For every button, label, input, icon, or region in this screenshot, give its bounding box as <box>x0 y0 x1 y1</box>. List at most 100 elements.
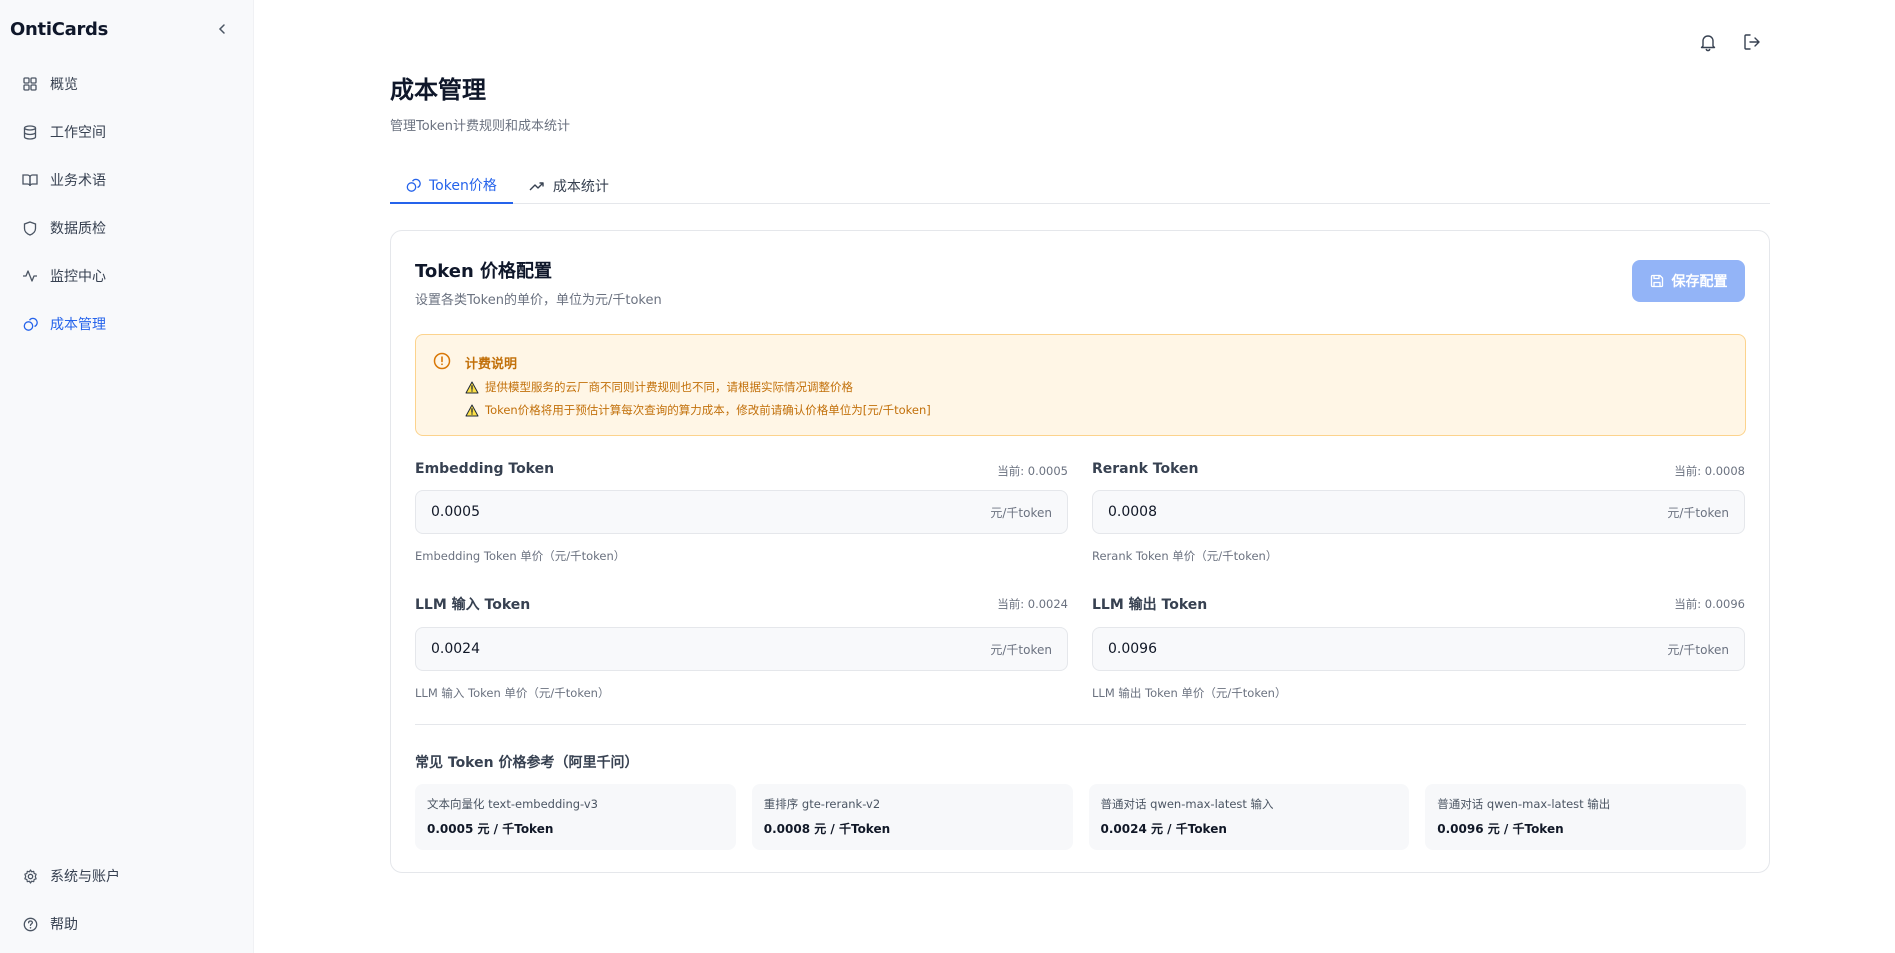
notice-title: 计费说明 <box>465 357 518 372</box>
brand-logo: OntiCards <box>10 19 109 40</box>
notification-button[interactable] <box>1696 30 1720 54</box>
field-current-value: 当前: 0.0005 <box>997 464 1068 478</box>
sidebar-item-label: 帮助 <box>50 917 78 933</box>
tab-label: 成本统计 <box>552 179 609 195</box>
field-current-value: 当前: 0.0096 <box>1674 597 1745 611</box>
sidebar-item-quality[interactable]: 数据质检 <box>10 208 242 248</box>
divider <box>415 724 1746 725</box>
reference-price: 0.0024 元 / 千Token <box>1100 822 1227 836</box>
sidebar-item-monitor[interactable]: 监控中心 <box>10 256 242 296</box>
collapse-sidebar-button[interactable] <box>212 19 232 39</box>
reference-model-name: 重排序 gte-rerank-v2 <box>763 797 881 811</box>
sidebar-item-label: 数据质检 <box>50 221 106 237</box>
tab-token-price[interactable]: Token价格 <box>390 168 513 204</box>
reference-model-name: 普通对话 qwen-max-latest 输入 <box>1100 797 1274 811</box>
reference-card: 普通对话 qwen-max-latest 输出 0.0096 元 / 千Toke… <box>1425 784 1746 850</box>
field-current-value: 当前: 0.0008 <box>1674 464 1745 478</box>
field-input-wrapper: 元/千token <box>415 627 1068 671</box>
field-current-value: 当前: 0.0024 <box>997 597 1068 611</box>
embedding-token-field: Embedding Token 当前: 0.0005 元/千token Embe… <box>415 461 1068 564</box>
sidebar-item-label: 概览 <box>50 77 78 93</box>
embedding-token-input[interactable] <box>431 504 931 520</box>
sidebar-item-overview[interactable]: 概览 <box>10 64 242 104</box>
field-help: Rerank Token 单价（元/千token） <box>1092 549 1278 563</box>
sidebar-item-label: 工作空间 <box>50 125 106 141</box>
sidebar-item-help[interactable]: 帮助 <box>10 904 242 944</box>
llm-output-token-input[interactable] <box>1108 641 1608 657</box>
field-unit: 元/千token <box>990 505 1052 520</box>
card-subtitle: 设置各类Token的单价，单位为元/千token <box>415 293 662 308</box>
sidebar-nav: 概览 工作空间 业务术语 数据质检 监控中心 成本管理 <box>10 64 242 352</box>
database-icon <box>22 124 38 140</box>
tab-cost-stats[interactable]: 成本统计 <box>513 168 625 204</box>
field-label: LLM 输入 Token <box>415 597 531 613</box>
reference-cards: 文本向量化 text-embedding-v3 0.0005 元 / 千Toke… <box>415 784 1746 850</box>
field-unit: 元/千token <box>1667 505 1729 520</box>
reference-price: 0.0005 元 / 千Token <box>427 822 554 836</box>
reference-model-name: 普通对话 qwen-max-latest 输出 <box>1437 797 1611 811</box>
rerank-token-field: Rerank Token 当前: 0.0008 元/千token Rerank … <box>1092 461 1745 564</box>
warning-icon <box>465 381 479 394</box>
bell-icon <box>1700 34 1716 51</box>
notice-line-text: Token价格将用于预估计算每次查询的算力成本，修改前请确认价格单位为[元/千t… <box>485 403 931 417</box>
sidebar-item-label: 监控中心 <box>50 269 106 285</box>
chevron-left-icon <box>218 24 225 34</box>
alert-circle-icon <box>433 352 451 374</box>
book-icon <box>22 172 38 188</box>
llm-output-token-field: LLM 输出 Token 当前: 0.0096 元/千token LLM 输出 … <box>1092 594 1745 701</box>
sidebar-item-cost[interactable]: 成本管理 <box>10 304 242 344</box>
gear-icon <box>22 868 38 884</box>
notice-line-text: 提供模型服务的云厂商不同则计费规则也不同，请根据实际情况调整价格 <box>485 380 853 394</box>
save-config-button[interactable]: 保存配置 <box>1632 260 1745 302</box>
notice-line: Token价格将用于预估计算每次查询的算力成本，修改前请确认价格单位为[元/千t… <box>465 402 931 418</box>
tab-bar: Token价格 成本统计 <box>390 168 1770 204</box>
page-title: 成本管理 <box>390 76 486 104</box>
reference-model-name: 文本向量化 text-embedding-v3 <box>427 797 599 811</box>
notice-line: 提供模型服务的云厂商不同则计费规则也不同，请根据实际情况调整价格 <box>465 379 853 395</box>
reference-card: 重排序 gte-rerank-v2 0.0008 元 / 千Token <box>751 784 1073 850</box>
field-input-wrapper: 元/千token <box>415 490 1068 534</box>
sidebar-item-glossary[interactable]: 业务术语 <box>10 160 242 200</box>
field-help: LLM 输入 Token 单价（元/千token） <box>415 686 610 700</box>
logout-button[interactable] <box>1740 30 1764 54</box>
coins-icon <box>22 316 38 332</box>
page-subtitle: 管理Token计费规则和成本统计 <box>390 119 570 134</box>
field-input-wrapper: 元/千token <box>1092 627 1745 671</box>
trending-up-icon <box>529 180 545 192</box>
sidebar-bottom-nav: 系统与账户 帮助 <box>10 856 242 952</box>
field-input-wrapper: 元/千token <box>1092 490 1745 534</box>
sidebar-item-settings[interactable]: 系统与账户 <box>10 856 242 896</box>
field-unit: 元/千token <box>1667 642 1729 657</box>
shield-icon <box>22 220 38 236</box>
token-price-card: Token 价格配置 设置各类Token的单价，单位为元/千token 保存配置… <box>390 230 1770 873</box>
field-help: LLM 输出 Token 单价（元/千token） <box>1092 686 1287 700</box>
main-content: 成本管理 管理Token计费规则和成本统计 Token价格 成本统计 Token… <box>390 70 1770 873</box>
save-icon <box>1650 274 1664 288</box>
tab-label: Token价格 <box>429 178 497 194</box>
logout-icon <box>1743 34 1760 50</box>
field-help: Embedding Token 单价（元/千token） <box>415 549 626 563</box>
sidebar: OntiCards 概览 工作空间 业务术语 数据质检 监控中心 成本管理 系统… <box>0 0 254 953</box>
llm-input-token-field: LLM 输入 Token 当前: 0.0024 元/千token LLM 输入 … <box>415 594 1068 701</box>
field-label: Rerank Token <box>1092 461 1199 477</box>
activity-icon <box>22 268 38 284</box>
reference-card: 普通对话 qwen-max-latest 输入 0.0024 元 / 千Toke… <box>1088 784 1410 850</box>
help-circle-icon <box>22 916 38 932</box>
save-button-label: 保存配置 <box>1671 273 1728 289</box>
field-label: Embedding Token <box>415 461 555 477</box>
sidebar-item-label: 成本管理 <box>50 317 106 333</box>
reference-title: 常见 Token 价格参考（阿里千问） <box>415 755 639 771</box>
billing-notice: 计费说明 提供模型服务的云厂商不同则计费规则也不同，请根据实际情况调整价格 To… <box>415 334 1746 436</box>
sidebar-item-label: 系统与账户 <box>50 869 120 885</box>
grid-icon <box>22 76 38 92</box>
llm-input-token-input[interactable] <box>431 641 931 657</box>
coins-icon <box>406 178 421 193</box>
reference-price: 0.0008 元 / 千Token <box>763 822 891 836</box>
warning-icon <box>465 404 479 417</box>
reference-card: 文本向量化 text-embedding-v3 0.0005 元 / 千Toke… <box>415 784 736 850</box>
rerank-token-input[interactable] <box>1108 504 1608 520</box>
field-label: LLM 输出 Token <box>1092 597 1208 613</box>
field-unit: 元/千token <box>990 642 1052 657</box>
reference-price: 0.0096 元 / 千Token <box>1437 822 1564 836</box>
sidebar-item-workspace[interactable]: 工作空间 <box>10 112 242 152</box>
